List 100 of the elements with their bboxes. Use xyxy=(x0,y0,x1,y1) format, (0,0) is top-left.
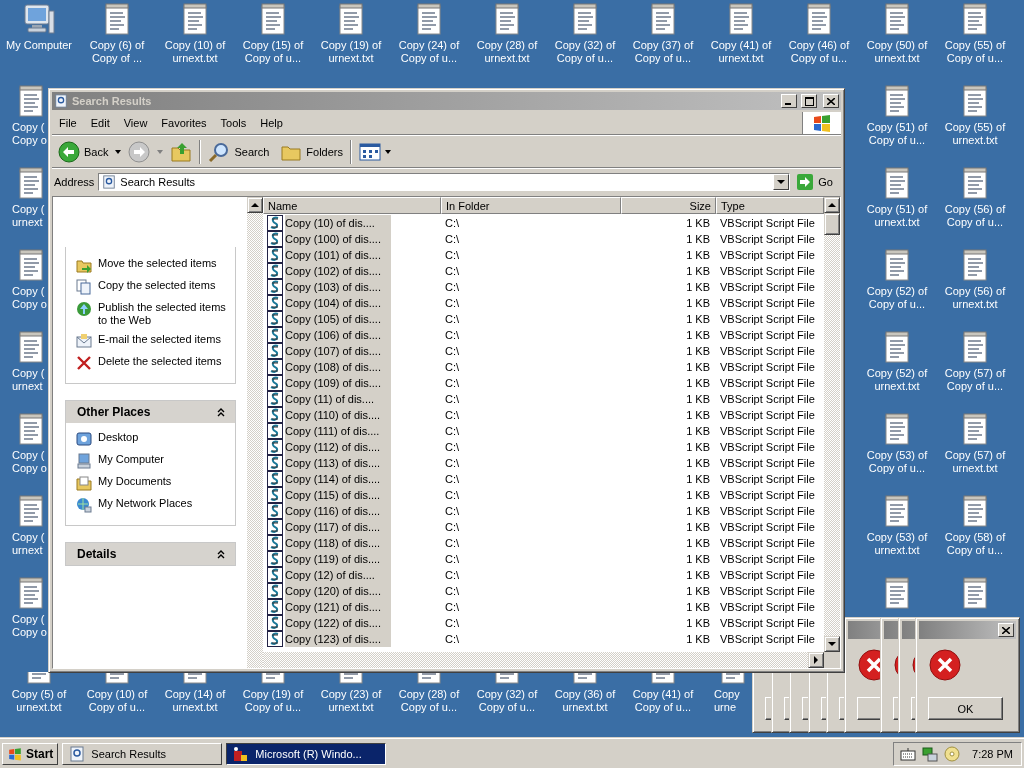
keyboard-icon[interactable] xyxy=(900,746,917,761)
menu-item[interactable]: View xyxy=(116,115,155,131)
panel-title[interactable]: Other Places xyxy=(77,405,151,419)
folders-button[interactable]: Folders xyxy=(276,139,347,165)
clock[interactable]: 7:28 PM xyxy=(972,747,1013,760)
text-file-icon[interactable] xyxy=(884,85,910,117)
computer-icon[interactable] xyxy=(22,3,56,35)
address-field[interactable]: Search Results xyxy=(98,173,791,191)
taskbar-button[interactable]: Search Results xyxy=(62,742,223,765)
text-file-icon[interactable] xyxy=(962,577,988,609)
address-dropdown-button[interactable] xyxy=(773,174,790,190)
icon-label[interactable]: Copy (51) of urnext.txt xyxy=(866,203,928,229)
icon-label[interactable]: Copy (51) of Copy of u... xyxy=(866,121,928,147)
icon-label[interactable]: Copy (37) of Copy of u... xyxy=(632,39,694,65)
icon-label[interactable]: Copy ( Copy o xyxy=(12,613,47,639)
search-button[interactable]: Search xyxy=(204,139,274,165)
file-name[interactable]: Copy (101) of dis.... xyxy=(285,247,391,263)
column-header[interactable]: In Folder xyxy=(441,197,621,214)
file-name[interactable]: Copy (103) of dis.... xyxy=(285,279,391,295)
file-name[interactable]: Copy (123) of dis.... xyxy=(285,631,391,647)
text-file-icon[interactable] xyxy=(18,249,44,281)
task-link[interactable]: Move the selected items xyxy=(98,257,217,270)
vertical-scrollbar[interactable] xyxy=(247,197,263,668)
icon-label[interactable]: Copy (58) of Copy of u... xyxy=(944,531,1006,557)
icon-label[interactable]: Copy (52) of Copy of u... xyxy=(866,285,928,311)
icon-label[interactable]: Copy ( urnext xyxy=(12,367,45,393)
icon-label[interactable]: Copy (5) of urnext.txt xyxy=(11,688,67,714)
text-file-icon[interactable] xyxy=(26,672,52,684)
text-file-icon[interactable] xyxy=(884,413,910,445)
text-file-icon[interactable] xyxy=(962,495,988,527)
network-icon[interactable] xyxy=(922,745,939,762)
text-file-icon[interactable] xyxy=(884,249,910,281)
icon-label[interactable]: Copy ( Copy o xyxy=(12,285,47,311)
ok-button[interactable]: OK xyxy=(928,697,1003,720)
file-name[interactable]: Copy (102) of dis.... xyxy=(285,263,391,279)
horizontal-scrollbar[interactable] xyxy=(263,652,840,668)
go-button[interactable]: Go xyxy=(794,173,839,191)
text-file-icon[interactable] xyxy=(18,413,44,445)
file-name[interactable]: Copy (10) of dis.... xyxy=(285,215,391,231)
icon-label[interactable]: Copy (28) of urnext.txt xyxy=(476,39,538,65)
text-file-icon[interactable] xyxy=(338,3,364,35)
text-file-icon[interactable] xyxy=(182,3,208,35)
icon-label[interactable]: Copy (52) of urnext.txt xyxy=(866,367,928,393)
icon-label[interactable]: Copy (15) of Copy of u... xyxy=(242,39,304,65)
file-name[interactable]: Copy (120) of dis.... xyxy=(285,583,391,599)
icon-label[interactable]: Copy urne xyxy=(714,688,740,714)
menu-item[interactable]: File xyxy=(52,115,84,131)
icon-label[interactable]: Copy (50) of urnext.txt xyxy=(866,39,928,65)
menu-item[interactable]: Favorites xyxy=(154,115,214,131)
file-name[interactable]: Copy (117) of dis.... xyxy=(285,519,391,535)
icon-label[interactable]: Copy (14) of urnext.txt xyxy=(164,688,226,714)
column-header[interactable]: Type xyxy=(716,197,824,214)
icon-label[interactable]: Copy (57) of Copy of u... xyxy=(944,367,1006,393)
text-file-icon[interactable] xyxy=(962,249,988,281)
text-file-icon[interactable] xyxy=(18,85,44,117)
icon-label[interactable]: Copy (53) of urnext.txt xyxy=(866,531,928,557)
close-button[interactable] xyxy=(998,623,1014,637)
menu-item[interactable]: Edit xyxy=(83,115,117,131)
text-file-icon[interactable] xyxy=(18,331,44,363)
scroll-down-button[interactable] xyxy=(824,636,840,652)
file-name[interactable]: Copy (121) of dis.... xyxy=(285,599,391,615)
text-file-icon[interactable] xyxy=(572,3,598,35)
scroll-up-button[interactable] xyxy=(824,197,840,213)
text-file-icon[interactable] xyxy=(728,3,754,35)
column-header[interactable]: Name xyxy=(263,197,441,214)
file-name[interactable]: Copy (107) of dis.... xyxy=(285,343,391,359)
icon-label[interactable]: Copy ( urnext xyxy=(12,203,45,229)
file-name[interactable]: Copy (110) of dis.... xyxy=(285,407,391,423)
place-link[interactable]: My Computer xyxy=(98,453,165,466)
collapse-button[interactable] xyxy=(215,406,227,418)
start-button[interactable]: Start xyxy=(2,742,59,765)
scroll-thumb[interactable] xyxy=(824,213,840,235)
task-link[interactable]: Publish the selected items to the Web xyxy=(98,301,227,327)
icon-label[interactable]: My Computer xyxy=(6,39,72,52)
scroll-right-button[interactable] xyxy=(808,652,824,668)
icon-label[interactable]: Copy (57) of urnext.txt xyxy=(944,449,1006,475)
icon-label[interactable]: Copy (56) of urnext.txt xyxy=(944,285,1006,311)
icon-label[interactable]: Copy (55) of Copy of u... xyxy=(944,39,1006,65)
icon-label[interactable]: Copy (32) of Copy of u... xyxy=(554,39,616,65)
file-name[interactable]: Copy (122) of dis.... xyxy=(285,615,391,631)
text-file-icon[interactable] xyxy=(884,495,910,527)
resize-grip[interactable] xyxy=(824,652,840,668)
icon-label[interactable]: Copy (41) of Copy of u... xyxy=(632,688,694,714)
file-name[interactable]: Copy (100) of dis.... xyxy=(285,231,391,247)
file-name[interactable]: Copy (108) of dis.... xyxy=(285,359,391,375)
place-link[interactable]: My Network Places xyxy=(98,497,193,510)
file-name[interactable]: Copy (119) of dis.... xyxy=(285,551,391,567)
text-file-icon[interactable] xyxy=(806,3,832,35)
text-file-icon[interactable] xyxy=(962,331,988,363)
icon-label[interactable]: Copy (36) of urnext.txt xyxy=(554,688,616,714)
text-file-icon[interactable] xyxy=(494,3,520,35)
back-button[interactable]: Back xyxy=(54,139,113,165)
text-file-icon[interactable] xyxy=(884,577,910,609)
file-name[interactable]: Copy (106) of dis.... xyxy=(285,327,391,343)
scroll-up-button[interactable] xyxy=(247,197,263,213)
icon-label[interactable]: Copy (23) of urnext.txt xyxy=(320,688,382,714)
place-link[interactable]: My Documents xyxy=(98,475,172,488)
column-header[interactable]: Size xyxy=(621,197,716,214)
icon-label[interactable]: Copy (28) of Copy of u... xyxy=(398,688,460,714)
icon-label[interactable]: Copy (32) of Copy of u... xyxy=(476,688,538,714)
